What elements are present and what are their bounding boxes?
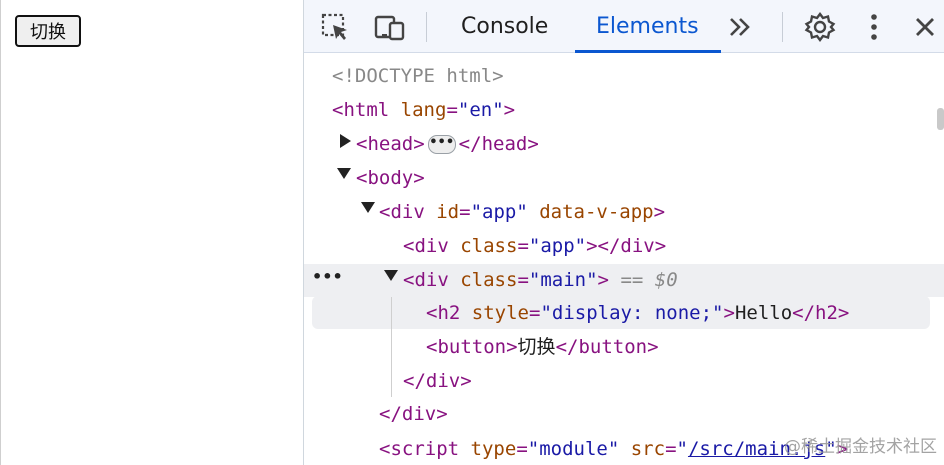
div-close-tag: /div [390,403,437,425]
dom-node-app-class-div[interactable]: <div class="app"></div> [403,230,666,262]
dom-node-main-div-close[interactable]: </div> [403,365,472,397]
dom-node-app-div[interactable]: <div id="app" data-v-app> [379,196,665,228]
class-attr-value: "main" [528,269,598,291]
scrollbar-thumb[interactable] [937,108,944,130]
settings-gear-icon[interactable] [803,10,837,44]
head-tag: head [367,133,414,155]
button-text: 切换 [517,336,556,358]
dom-node-button[interactable]: <button>切换</button> [426,331,659,363]
dom-node-head[interactable]: <head> ••• </head> [356,128,539,160]
close-icon[interactable] [910,11,940,43]
dom-node-app-div-close[interactable]: </div> [379,398,448,430]
dom-node-h2[interactable]: <h2 style="display: none;">Hello</h2> [426,297,849,329]
body-tag: body [367,167,414,189]
collapsed-children-icon[interactable]: ••• [427,135,456,154]
active-tab-indicator [575,50,721,53]
toolbar-separator [782,12,783,42]
toggle-button[interactable]: 切换 [15,15,81,47]
id-attr: id [436,201,460,223]
style-attr-value: "display: none;" [540,302,724,324]
id-attr-value: "app" [470,201,528,223]
screen: 切换 Console Elements <!DOCTYPE html> <htm… [0,0,944,465]
more-tabs-icon[interactable] [723,12,757,42]
expand-head-icon[interactable] [340,134,351,148]
devtools-toolbar: Console Elements [304,0,944,53]
selected-node-marker: == $0 [620,269,678,291]
dom-node-body[interactable]: <body> [356,162,425,194]
button-tag: button [437,336,507,358]
node-actions-icon[interactable]: ••• [312,267,343,286]
type-attr: type [470,438,517,460]
div-tag: div [390,201,425,223]
dom-node-script[interactable]: <script type="module" src="/src/main.js"… [379,433,848,465]
div-close-tag: /div [414,370,461,392]
collapse-app-div-icon[interactable] [361,202,375,213]
h2-tag: h2 [437,302,461,324]
div-close-tag: /div [608,235,655,257]
tab-elements[interactable]: Elements [596,0,699,53]
toolbar-separator [426,12,427,42]
indent-guide [391,297,392,397]
head-close-tag: /head [470,133,528,155]
inspect-element-icon[interactable] [318,11,352,43]
h2-close-tag: /h2 [803,302,838,324]
elements-dom-tree: <!DOCTYPE html> <html lang="en"> <head> •… [304,54,944,465]
dom-node-html[interactable]: <html lang="en"> [332,94,515,126]
class-attr: class [460,235,518,257]
src-quote: " [676,438,688,460]
collapse-main-div-icon[interactable] [384,270,398,281]
html-attr-value: "en" [457,99,504,121]
tab-console[interactable]: Console [461,0,548,53]
class-attr-value: "app" [528,235,587,257]
src-attr: src [630,438,666,460]
dom-node-doctype[interactable]: <!DOCTYPE html> [332,60,504,92]
div-tag: div [414,269,449,291]
data-v-app-attr: data-v-app [539,201,654,223]
doctype-text: <!DOCTYPE html> [332,65,504,87]
devtools-panel: Console Elements <!DOCTYPE html> <html l… [304,0,944,465]
more-options-icon[interactable] [864,10,884,44]
html-attr: lang [400,99,447,121]
watermark-text: @稀土掘金技术社区 [784,437,937,457]
style-attr: style [471,302,529,324]
div-tag: div [414,235,449,257]
collapse-body-icon[interactable] [337,168,351,179]
script-tag: script [390,438,460,460]
h2-text: Hello [734,302,793,324]
html-tag: html [343,99,390,121]
button-close-tag: /button [567,336,648,358]
device-toolbar-icon[interactable] [372,11,408,43]
dom-node-main-div[interactable]: <div class="main"> == $0 [403,264,678,296]
type-attr-value: "module" [527,438,620,460]
page-viewport: 切换 [0,0,303,465]
class-attr: class [460,269,518,291]
